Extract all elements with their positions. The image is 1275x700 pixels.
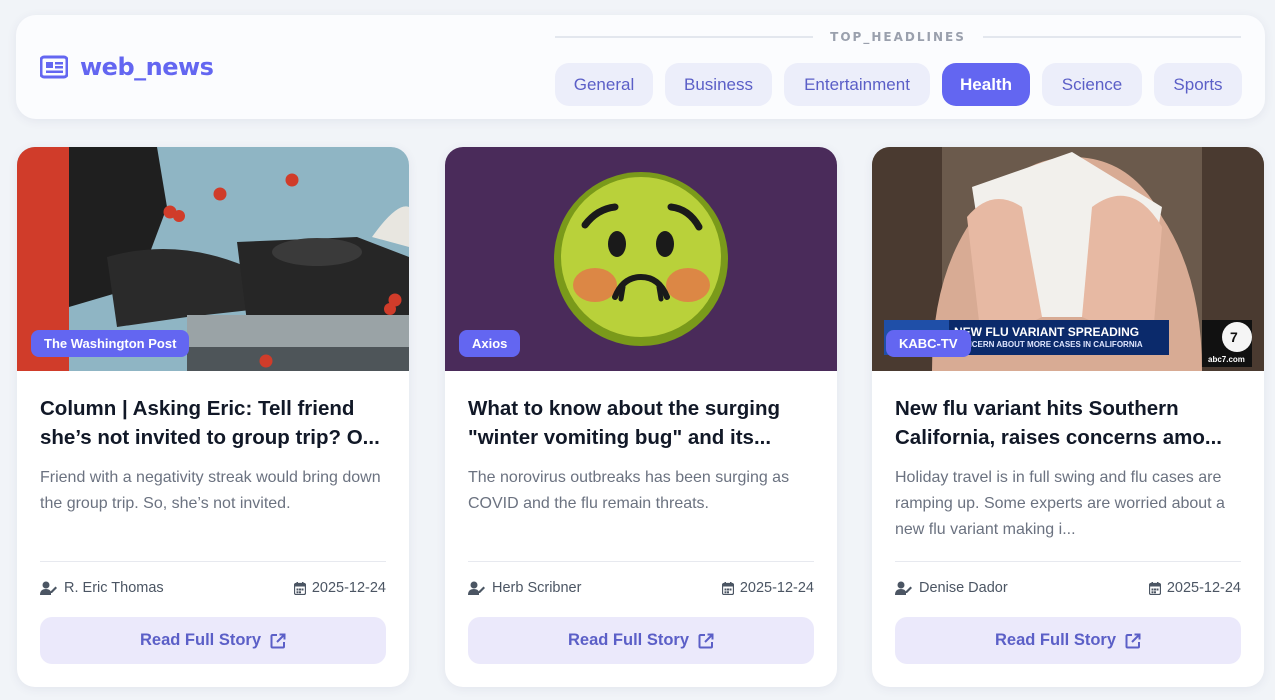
tab-entertainment[interactable]: Entertainment — [784, 63, 930, 106]
divider-line — [982, 36, 1242, 38]
section-label: TOP_HEADLINES — [830, 30, 966, 44]
calendar-icon — [1148, 581, 1161, 595]
button-label: Read Full Story — [139, 631, 262, 649]
calendar-icon — [293, 581, 306, 595]
author: Denise Dador — [895, 580, 1008, 596]
news-channel-url: abc7.com — [1208, 355, 1245, 364]
news-ticker-subline: CONCERN ABOUT MORE CASES IN CALIFORNIA — [954, 340, 1143, 349]
article-card[interactable]: 7 NEW FLU VARIANT SPREADING CONCERN ABOU… — [872, 147, 1264, 687]
svg-text:7: 7 — [1230, 329, 1238, 345]
publish-date: 2025-12-24 — [721, 580, 814, 596]
article-title[interactable]: Column | Asking Eric: Tell friend she’s … — [40, 394, 390, 452]
tab-business[interactable]: Business — [665, 63, 772, 106]
card-divider — [468, 561, 814, 562]
article-image[interactable]: 7 NEW FLU VARIANT SPREADING CONCERN ABOU… — [872, 147, 1264, 371]
article-meta: Herb Scribner 2025-12-24 — [468, 580, 814, 596]
article-description: Holiday travel is in full swing and flu … — [895, 469, 1225, 538]
tab-general[interactable]: General — [555, 63, 653, 106]
read-full-story-button[interactable]: Read Full Story — [40, 617, 386, 664]
date-text: 2025-12-24 — [739, 580, 814, 596]
author: R. Eric Thomas — [40, 580, 164, 596]
calendar-icon — [721, 581, 734, 595]
author-name: Denise Dador — [919, 580, 1008, 596]
tab-science[interactable]: Science — [1042, 63, 1142, 106]
divider-line — [555, 36, 814, 38]
article-card[interactable]: The Washington Post Column | Asking Eric… — [17, 147, 409, 687]
article-image[interactable]: The Washington Post — [17, 147, 409, 371]
publish-date: 2025-12-24 — [293, 580, 386, 596]
article-title[interactable]: What to know about the surging "winter v… — [468, 394, 818, 452]
user-pen-icon — [895, 581, 912, 595]
site-header: web_news TOP_HEADLINES General Business … — [16, 15, 1265, 119]
card-divider — [40, 561, 386, 562]
brand-name: web_news — [80, 53, 214, 81]
tab-sports[interactable]: Sports — [1154, 63, 1242, 106]
brand-logo[interactable]: web_news — [40, 53, 214, 81]
user-pen-icon — [40, 581, 57, 595]
article-meta: Denise Dador 2025-12-24 — [895, 580, 1241, 596]
category-tabs: General Business Entertainment Health Sc… — [555, 63, 1242, 106]
source-badge: KABC-TV — [886, 330, 971, 357]
article-description: Friend with a negativity streak would br… — [40, 469, 381, 512]
author: Herb Scribner — [468, 580, 581, 596]
button-label: Read Full Story — [567, 631, 690, 649]
section-heading: TOP_HEADLINES — [555, 29, 1242, 45]
publish-date: 2025-12-24 — [1148, 580, 1241, 596]
article-description: The norovirus outbreaks has been surging… — [468, 469, 790, 512]
button-label: Read Full Story — [994, 631, 1117, 649]
article-image[interactable]: Axios — [445, 147, 837, 371]
read-full-story-button[interactable]: Read Full Story — [895, 617, 1241, 664]
author-name: R. Eric Thomas — [64, 580, 164, 596]
user-pen-icon — [468, 581, 485, 595]
tab-health[interactable]: Health — [942, 63, 1030, 106]
article-title[interactable]: New flu variant hits Southern California… — [895, 394, 1245, 452]
external-link-icon — [270, 633, 286, 648]
external-link-icon — [698, 633, 714, 648]
source-badge: The Washington Post — [31, 330, 190, 357]
external-link-icon — [1125, 633, 1141, 648]
date-text: 2025-12-24 — [1166, 580, 1241, 596]
card-divider — [895, 561, 1241, 562]
news-ticker-headline: NEW FLU VARIANT SPREADING — [954, 325, 1140, 339]
article-meta: R. Eric Thomas 2025-12-24 — [40, 580, 386, 596]
author-name: Herb Scribner — [492, 580, 582, 596]
read-full-story-button[interactable]: Read Full Story — [468, 617, 814, 664]
newspaper-icon — [40, 55, 68, 79]
article-card[interactable]: Axios What to know about the surging "wi… — [445, 147, 837, 687]
date-text: 2025-12-24 — [311, 580, 386, 596]
source-badge: Axios — [459, 330, 521, 357]
